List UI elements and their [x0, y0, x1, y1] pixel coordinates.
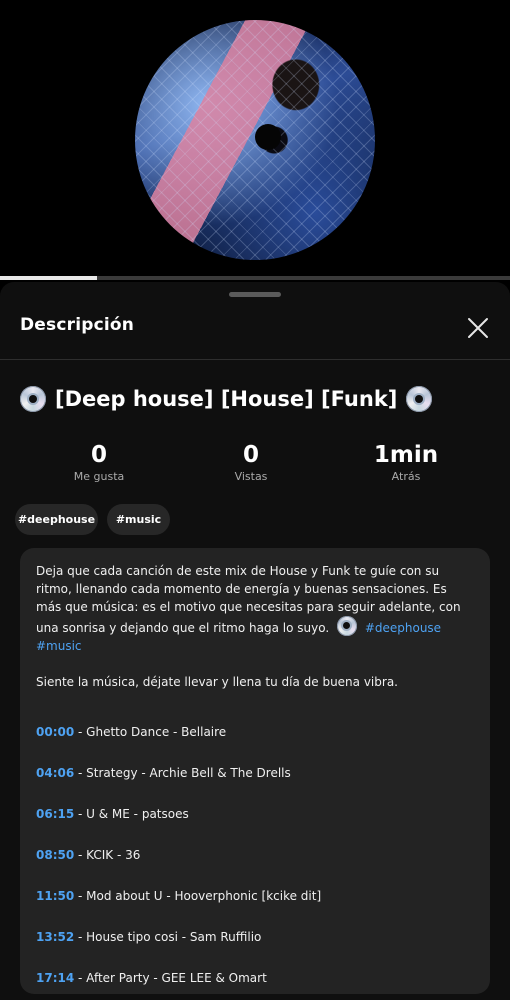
track-title: - KCIK - 36	[74, 848, 141, 862]
playback-progress-bar[interactable]	[0, 276, 510, 280]
posted-ago-value: 1min	[373, 442, 439, 468]
track-timestamp[interactable]: 06:15	[36, 807, 74, 821]
likes-label: Me gusta	[73, 470, 125, 483]
album-cover-disc	[135, 20, 375, 260]
header-divider	[0, 359, 510, 360]
track-item: 11:50 - Mod about U - Hooverphonic [kcik…	[36, 887, 474, 928]
views-stat: 0 Vistas	[191, 442, 311, 483]
track-title: - Strategy - Archie Bell & The Drells	[74, 766, 291, 780]
likes-count: 0	[90, 442, 107, 468]
posted-ago-stat: 1min Atrás	[346, 442, 466, 483]
hashtag-chip-deephouse[interactable]: #deephouse	[15, 504, 98, 535]
progress-fill	[0, 276, 97, 280]
drag-handle[interactable]	[229, 292, 281, 297]
track-title: - Mod about U - Hooverphonic [kcike dit]	[74, 889, 322, 903]
track-item: 00:00 - Ghetto Dance - Bellaire	[36, 723, 474, 764]
track-timestamp[interactable]: 17:14	[36, 971, 74, 985]
track-item: 17:14 - After Party - GEE LEE & Omart	[36, 969, 474, 1000]
cd-icon	[336, 616, 357, 636]
sheet-title: Descripción	[20, 315, 135, 335]
track-timestamp[interactable]: 08:50	[36, 848, 74, 862]
views-count: 0	[242, 442, 259, 468]
track-timestamp[interactable]: 11:50	[36, 889, 74, 903]
track-title: - Ghetto Dance - Bellaire	[74, 725, 227, 739]
close-button[interactable]	[466, 316, 490, 340]
views-label: Vistas	[234, 470, 268, 483]
track-item: 13:52 - House tipo cosi - Sam Ruffilio	[36, 928, 474, 969]
description-second-paragraph: Siente la música, déjate llevar y llena …	[36, 675, 398, 689]
posted-ago-label: Atrás	[391, 470, 421, 483]
disc-center-hole	[255, 124, 281, 150]
cd-icon	[406, 386, 433, 412]
track-item: 06:15 - U & ME - patsoes	[36, 805, 474, 846]
description-paragraph: Deja que cada canción de este mix de Hou…	[36, 562, 474, 655]
track-title: - House tipo cosi - Sam Ruffilio	[74, 930, 262, 944]
track-item: 04:06 - Strategy - Archie Bell & The Dre…	[36, 764, 474, 805]
close-icon	[468, 318, 488, 338]
track-item: 08:50 - KCIK - 36	[36, 846, 474, 887]
track-timestamp[interactable]: 13:52	[36, 930, 74, 944]
track-title: - After Party - GEE LEE & Omart	[74, 971, 267, 985]
description-card: Deja que cada canción de este mix de Hou…	[20, 548, 490, 994]
video-player[interactable]	[0, 0, 510, 280]
hashtag-link-music[interactable]: #music	[36, 639, 82, 653]
video-title: [Deep house] [House] [Funk]	[20, 386, 433, 412]
video-title-text: [Deep house] [House] [Funk]	[55, 387, 398, 411]
track-title: - U & ME - patsoes	[74, 807, 189, 821]
cd-icon	[20, 386, 46, 412]
hashtag-chip-music[interactable]: #music	[107, 504, 170, 535]
track-timestamp[interactable]: 00:00	[36, 725, 74, 739]
description-sheet: Descripción [Deep house] [House] [Funk] …	[0, 282, 510, 1000]
hashtag-link-deephouse[interactable]: #deephouse	[365, 621, 441, 635]
track-timestamp[interactable]: 04:06	[36, 766, 74, 780]
likes-stat: 0 Me gusta	[39, 442, 159, 483]
tracklist: 00:00 - Ghetto Dance - Bellaire 04:06 - …	[36, 723, 474, 1000]
